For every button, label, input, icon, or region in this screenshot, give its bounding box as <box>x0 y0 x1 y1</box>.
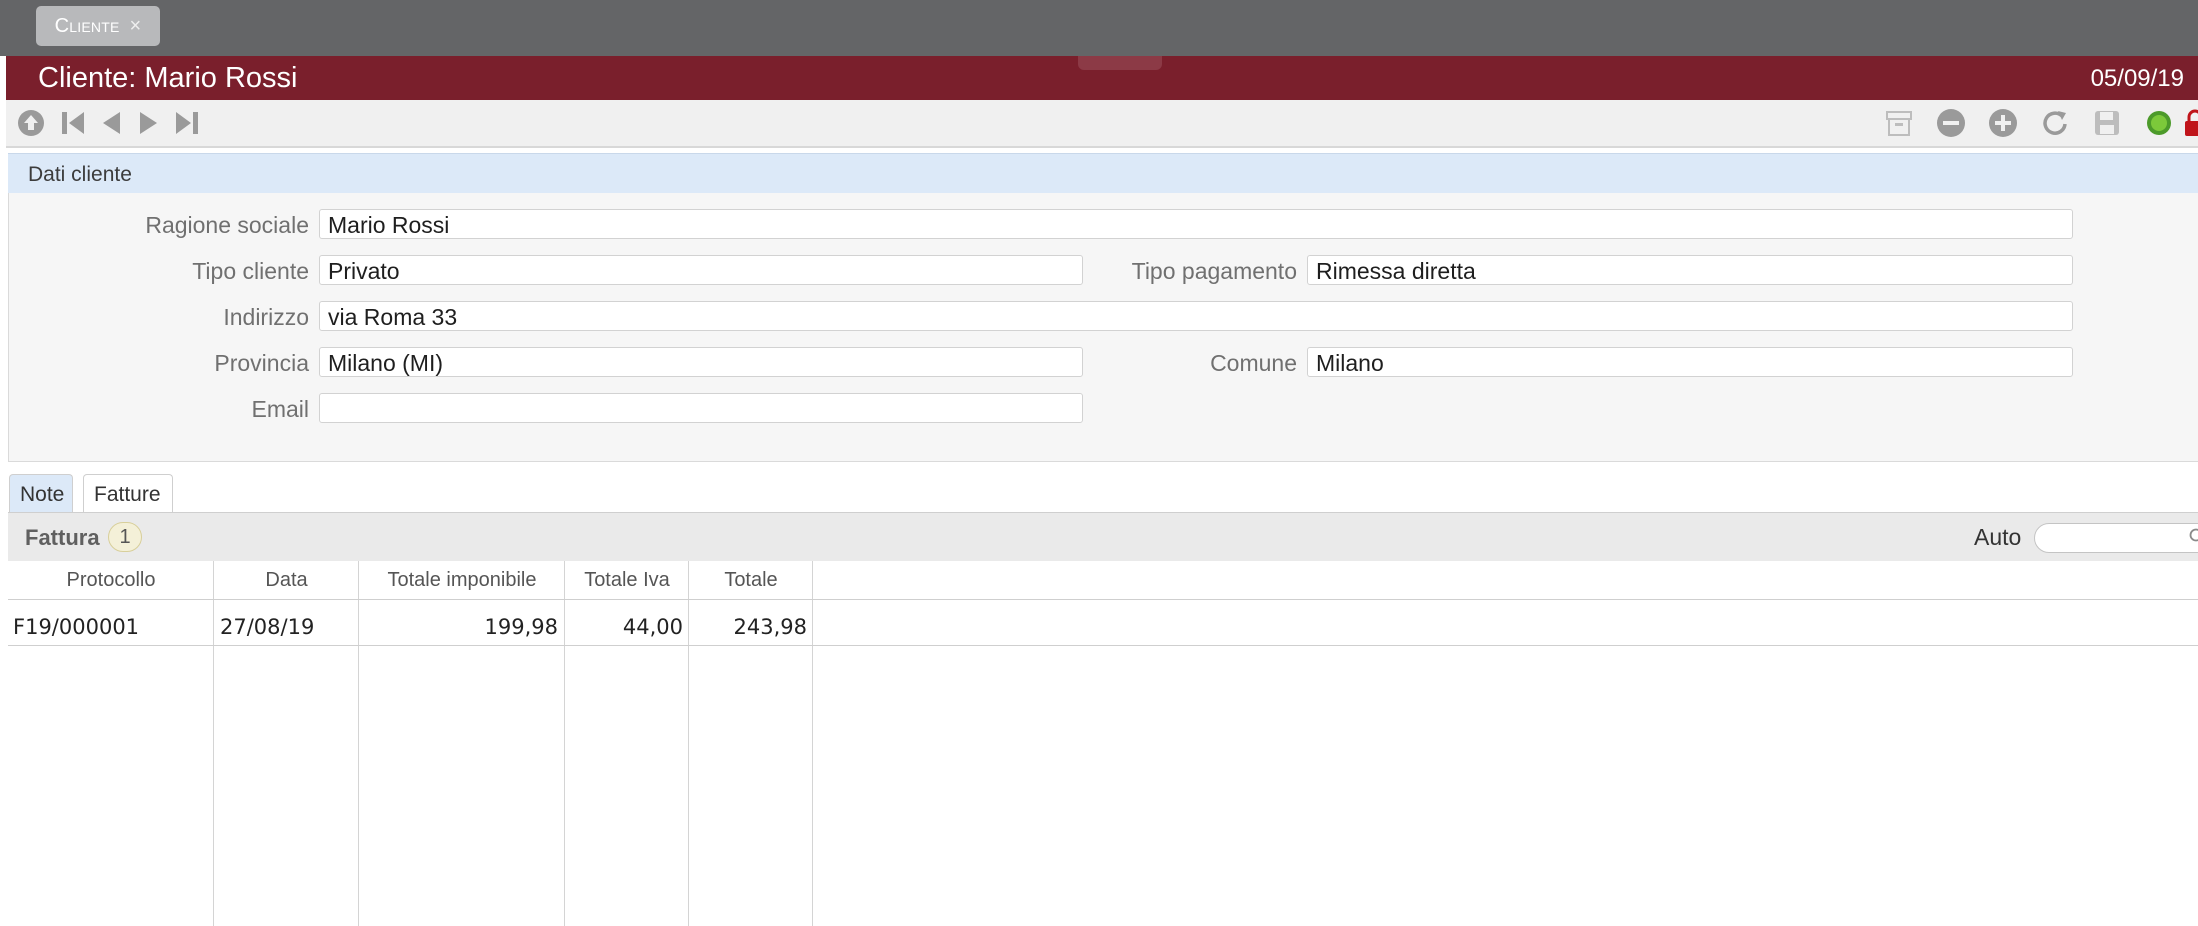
cell-data: 27/08/19 <box>220 615 315 639</box>
row-divider <box>8 645 2198 646</box>
lock-icon[interactable] <box>2178 106 2198 140</box>
cell-totale-iva: 44,00 <box>622 615 683 639</box>
add-icon[interactable] <box>1986 106 2020 140</box>
current-date: 05/09/19 <box>2090 65 2184 92</box>
section-title: Dati cliente <box>28 163 132 186</box>
tab-cliente[interactable]: Cliente × <box>36 6 160 46</box>
page-title: Cliente: Mario Rossi <box>38 62 298 94</box>
close-icon[interactable]: × <box>129 15 141 38</box>
tab-fatture[interactable]: Fatture <box>83 474 173 512</box>
tipo-pagamento-label: Tipo pagamento <box>1131 258 1297 284</box>
section-header-dati-cliente[interactable]: Dati cliente <box>8 153 2198 194</box>
archive-icon[interactable] <box>1882 106 1916 140</box>
header-divider <box>8 599 2198 600</box>
email-label: Email <box>251 396 309 422</box>
indirizzo-field[interactable]: via Roma 33 <box>319 301 2073 331</box>
window-tab-strip: Cliente × <box>0 0 2198 56</box>
header-totale[interactable]: Totale <box>689 561 813 599</box>
search-icon <box>2189 528 2198 551</box>
upload-icon[interactable] <box>14 106 48 140</box>
next-record-icon[interactable] <box>132 106 166 140</box>
tab-cliente-label: Cliente <box>54 14 120 37</box>
header-totale-iva[interactable]: Totale Iva <box>565 561 689 599</box>
previous-record-icon[interactable] <box>94 106 128 140</box>
cell-totale-imponibile: 199,98 <box>484 615 558 639</box>
auto-label: Auto <box>1974 524 2022 550</box>
customer-form: Ragione sociale Mario Rossi Tipo cliente… <box>8 193 2198 462</box>
header-data[interactable]: Data <box>214 561 359 599</box>
drag-handle[interactable] <box>1078 56 1162 70</box>
cell-totale: 243,98 <box>733 615 807 639</box>
ragione-sociale-label: Ragione sociale <box>145 212 309 238</box>
provincia-label: Provincia <box>214 350 309 376</box>
comune-label: Comune <box>1210 350 1297 376</box>
grid-title: Fattura <box>25 525 100 550</box>
first-record-icon[interactable] <box>56 106 90 140</box>
toolbar <box>6 100 2198 148</box>
last-record-icon[interactable] <box>170 106 204 140</box>
tipo-cliente-label: Tipo cliente <box>192 258 309 284</box>
remove-icon[interactable] <box>1934 106 1968 140</box>
comune-field[interactable]: Milano <box>1307 347 2073 377</box>
email-field[interactable] <box>319 393 1083 423</box>
invoice-table: Protocollo Data Totale imponibile Totale… <box>8 561 2198 926</box>
grid-toolbar: Fattura 1 Auto <box>8 512 2198 562</box>
ragione-sociale-field[interactable]: Mario Rossi <box>319 209 2073 239</box>
grid-search-input[interactable] <box>2034 523 2198 553</box>
save-icon[interactable] <box>2090 106 2124 140</box>
tab-note[interactable]: Note <box>9 474 73 512</box>
record-count-badge: 1 <box>108 522 142 552</box>
tipo-pagamento-field[interactable]: Rimessa diretta <box>1307 255 2073 285</box>
indirizzo-label: Indirizzo <box>223 304 309 330</box>
tipo-cliente-field[interactable]: Privato <box>319 255 1083 285</box>
cell-protocollo: F19/000001 <box>13 615 140 639</box>
provincia-field[interactable]: Milano (MI) <box>319 347 1083 377</box>
status-dot-icon <box>2142 106 2176 140</box>
record-title-bar: Cliente: Mario Rossi 05/09/19 <box>6 56 2198 100</box>
header-totale-imponibile[interactable]: Totale imponibile <box>359 561 565 599</box>
header-protocollo[interactable]: Protocollo <box>8 561 214 599</box>
reload-icon[interactable] <box>2038 106 2072 140</box>
